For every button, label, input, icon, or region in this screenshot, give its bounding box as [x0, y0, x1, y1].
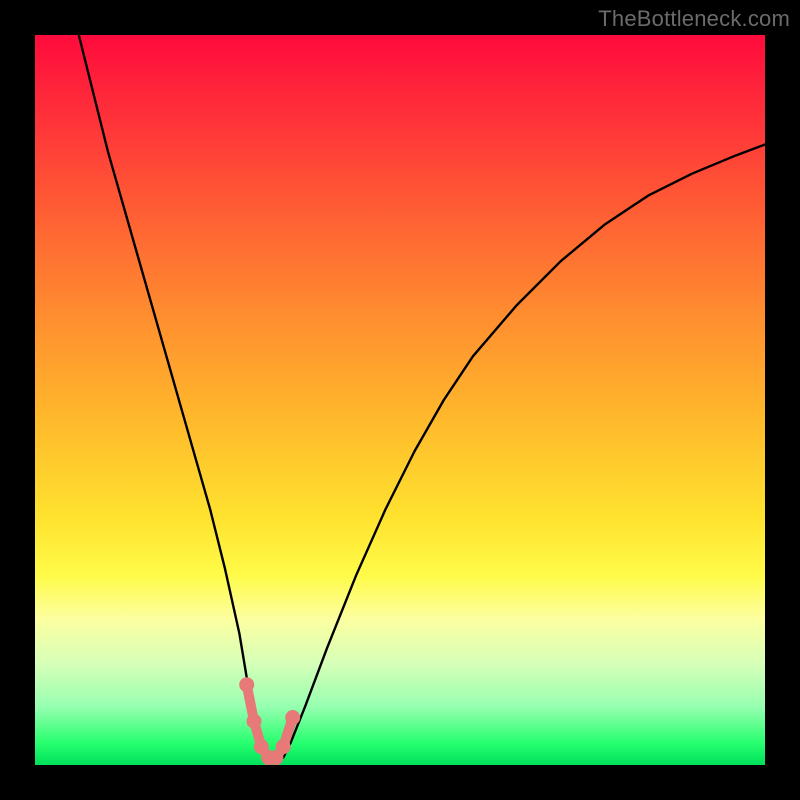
chart-svg [35, 35, 765, 765]
optimal-marker [247, 714, 262, 729]
bottleneck-curve [79, 35, 765, 761]
optimal-region-markers [239, 677, 300, 765]
chart-frame: TheBottleneck.com [0, 0, 800, 800]
plot-area [35, 35, 765, 765]
optimal-marker [239, 677, 254, 692]
optimal-marker [276, 739, 291, 754]
optimal-marker [285, 710, 300, 725]
watermark-text: TheBottleneck.com [598, 6, 790, 32]
